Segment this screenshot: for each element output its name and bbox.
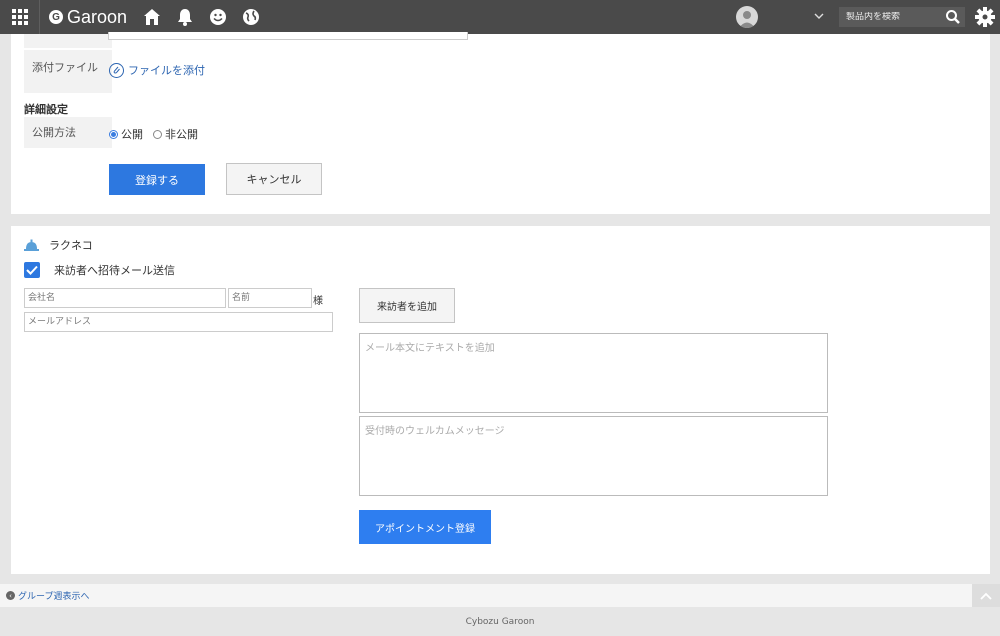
attach-file-text: ファイルを添付 bbox=[128, 64, 205, 77]
back-arrow-icon: ‹ bbox=[6, 591, 15, 600]
top-bar: G Garoon bbox=[0, 0, 1000, 34]
register-appointment-button[interactable]: アポイントメント登録 bbox=[359, 510, 491, 544]
footer: Cybozu Garoon bbox=[0, 607, 1000, 636]
schedule-form-panel: 添付ファイル ファイルを添付 詳細設定 公開方法 公開 非公開 登録する キャン… bbox=[11, 32, 990, 214]
company-name-input[interactable] bbox=[24, 288, 226, 308]
rakuneko-header: ラクネコ bbox=[24, 237, 93, 253]
smile-icon[interactable] bbox=[207, 6, 229, 28]
scroll-to-top-button[interactable] bbox=[972, 584, 1000, 607]
garoon-logo[interactable]: G Garoon bbox=[49, 7, 127, 28]
home-icon[interactable] bbox=[141, 6, 163, 28]
gear-icon[interactable] bbox=[975, 7, 995, 30]
search-input[interactable] bbox=[839, 12, 939, 22]
memo-textarea[interactable] bbox=[108, 32, 468, 40]
back-link-text: グループ週表示へ bbox=[18, 592, 90, 602]
visibility-private-radio[interactable]: 非公開 bbox=[153, 126, 198, 142]
footer-link-bar: ‹ グループ週表示へ bbox=[0, 584, 1000, 607]
cancel-button[interactable]: キャンセル bbox=[226, 163, 322, 195]
paperclip-icon bbox=[109, 62, 124, 78]
globe-icon[interactable] bbox=[240, 6, 262, 28]
welcome-message-textarea[interactable] bbox=[359, 416, 828, 496]
radio-unselected-icon bbox=[153, 129, 162, 139]
back-to-group-week-link[interactable]: ‹ グループ週表示へ bbox=[6, 589, 89, 602]
checkbox-checked-icon bbox=[24, 262, 40, 278]
submit-button[interactable]: 登録する bbox=[109, 164, 205, 195]
honorific-label: 様 bbox=[313, 296, 323, 307]
visitor-name-input[interactable] bbox=[228, 288, 312, 308]
attachment-label: 添付ファイル bbox=[24, 50, 112, 93]
garoon-logo-mark: G bbox=[49, 10, 63, 24]
avatar[interactable] bbox=[736, 6, 758, 28]
search-icon[interactable] bbox=[945, 9, 961, 28]
add-visitor-button[interactable]: 来訪者を追加 bbox=[359, 288, 455, 323]
chevron-up-icon bbox=[980, 592, 992, 600]
radio-selected-icon bbox=[109, 129, 118, 139]
send-invite-label: 来訪者へ招待メール送信 bbox=[54, 264, 175, 277]
detail-settings-title: 詳細設定 bbox=[24, 103, 68, 116]
apps-menu-button[interactable] bbox=[0, 0, 40, 34]
rakuneko-panel: ラクネコ 来訪者へ招待メール送信 様 来訪者を追加 アポイントメント登録 bbox=[11, 226, 990, 574]
visibility-label: 公開方法 bbox=[24, 117, 112, 148]
bell-icon[interactable] bbox=[174, 6, 196, 28]
apps-grid-icon bbox=[11, 9, 28, 25]
visibility-options: 公開 非公開 bbox=[109, 126, 208, 142]
description-label-cell bbox=[24, 34, 112, 48]
copyright-text: Cybozu Garoon bbox=[465, 616, 535, 627]
attach-file-link[interactable]: ファイルを添付 bbox=[109, 62, 205, 78]
app-name: Garoon bbox=[67, 6, 128, 27]
mail-body-textarea[interactable] bbox=[359, 333, 828, 413]
chevron-down-icon[interactable] bbox=[813, 10, 825, 25]
email-input[interactable] bbox=[24, 312, 333, 332]
send-invite-checkbox[interactable]: 来訪者へ招待メール送信 bbox=[24, 262, 175, 278]
search-box bbox=[839, 7, 965, 27]
rakuneko-title: ラクネコ bbox=[49, 239, 93, 252]
visibility-public-radio[interactable]: 公開 bbox=[109, 126, 143, 142]
reception-bell-icon bbox=[24, 239, 39, 251]
